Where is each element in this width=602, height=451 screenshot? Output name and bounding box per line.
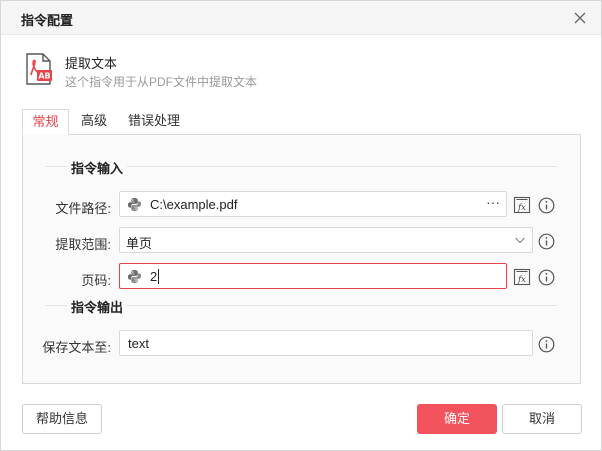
- fx-expression-icon[interactable]: fx: [513, 196, 531, 214]
- page-number-value: 2: [150, 269, 158, 284]
- cancel-button[interactable]: 取消: [502, 404, 582, 434]
- browse-more-button[interactable]: ···: [486, 194, 500, 210]
- tab-bar: 常规 高级 错误处理: [22, 109, 581, 135]
- section-input-title: 指令输入: [71, 161, 124, 176]
- save-text-value: text: [128, 336, 149, 351]
- extract-range-value: 单页: [126, 236, 153, 251]
- ok-button[interactable]: 确定: [417, 404, 497, 434]
- python-icon: [127, 269, 142, 284]
- section-output-title: 指令输出: [71, 300, 124, 315]
- close-icon[interactable]: [571, 9, 589, 27]
- command-description: 这个指令用于从PDF文件中提取文本: [65, 75, 258, 89]
- section-divider: [127, 166, 557, 167]
- save-text-input[interactable]: text: [119, 330, 533, 356]
- extract-range-select[interactable]: 单页: [119, 227, 533, 253]
- svg-text:fx: fx: [517, 203, 526, 213]
- file-path-value: C:\example.pdf: [150, 197, 238, 212]
- python-icon: [127, 197, 142, 212]
- command-name: 提取文本: [65, 56, 118, 71]
- info-icon[interactable]: [538, 197, 555, 214]
- tab-error-handling[interactable]: 错误处理: [122, 109, 186, 135]
- fx-expression-icon[interactable]: fx: [513, 268, 531, 286]
- extract-range-label: 提取范围:: [55, 237, 111, 252]
- page-number-label: 页码:: [81, 273, 111, 288]
- svg-text:fx: fx: [517, 275, 526, 285]
- section-divider: [45, 305, 67, 306]
- tab-advanced[interactable]: 高级: [74, 109, 114, 135]
- info-icon[interactable]: [538, 269, 555, 286]
- section-divider: [127, 305, 557, 306]
- dialog-title: 指令配置: [21, 13, 74, 28]
- text-cursor: [158, 269, 159, 284]
- help-button[interactable]: 帮助信息: [22, 404, 102, 434]
- page-number-input[interactable]: 2: [119, 263, 507, 289]
- save-text-label: 保存文本至:: [42, 340, 111, 355]
- file-path-input[interactable]: C:\example.pdf ···: [119, 191, 507, 217]
- command-config-dialog: 指令配置 AB 提取文本 这个指令用于从PDF文件中提取文本 常规 高级 错误处…: [0, 0, 602, 451]
- title-bar: 指令配置: [1, 1, 601, 35]
- svg-text:AB: AB: [38, 72, 50, 81]
- section-divider: [45, 166, 67, 167]
- file-path-label: 文件路径:: [55, 201, 111, 216]
- info-icon[interactable]: [538, 233, 555, 250]
- info-icon[interactable]: [538, 336, 555, 353]
- chevron-down-icon[interactable]: [514, 235, 526, 245]
- pdf-ab-icon: AB: [26, 53, 52, 85]
- tab-general[interactable]: 常规: [22, 109, 69, 135]
